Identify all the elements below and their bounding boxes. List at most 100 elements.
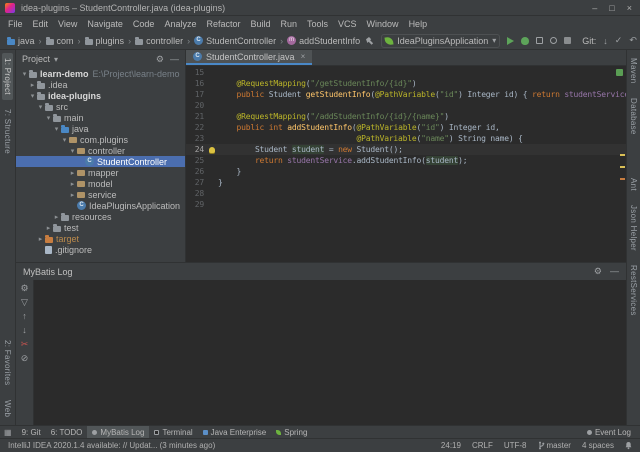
toolwindow-button-mybatis-log[interactable]: MyBatis Log xyxy=(87,426,149,439)
chevron-right-icon[interactable]: ▸ xyxy=(68,169,77,177)
chevron-right-icon[interactable]: ▸ xyxy=(28,81,37,89)
tree-item-ideapluginsapplication[interactable]: IdeaPluginsApplication xyxy=(16,200,185,211)
chevron-down-icon[interactable]: ▾ xyxy=(28,92,37,100)
code-line-15[interactable]: 15 xyxy=(186,67,626,78)
code-line-26[interactable]: 26 } xyxy=(186,166,626,177)
tree-item-controller[interactable]: ▾controller xyxy=(16,145,185,156)
stripe-button-restservices[interactable]: RestServices xyxy=(628,260,639,321)
menu-analyze[interactable]: Analyze xyxy=(159,19,201,29)
stop-button[interactable] xyxy=(564,37,571,44)
stripe-button-json-helper[interactable]: Json Helper xyxy=(628,200,639,256)
tree-item-model[interactable]: ▸model xyxy=(16,178,185,189)
error-stripe-mark[interactable] xyxy=(620,154,625,156)
breadcrumb-controller[interactable]: controller xyxy=(134,36,184,46)
breadcrumb-plugins[interactable]: plugins xyxy=(84,36,126,46)
mybatis-scroll-down-icon[interactable]: ↓ xyxy=(22,325,27,335)
mybatis-scroll-up-icon[interactable]: ↑ xyxy=(22,311,27,321)
breadcrumb-com[interactable]: com xyxy=(45,36,75,46)
menu-run[interactable]: Run xyxy=(276,19,303,29)
chevron-down-icon[interactable]: ▾ xyxy=(54,55,58,64)
chevron-down-icon[interactable]: ▾ xyxy=(44,114,53,122)
code-line-17[interactable]: 17 public Student getStudentInfo(@PathVa… xyxy=(186,89,626,100)
git-rollback-icon[interactable]: ↶ xyxy=(629,35,637,46)
code-editor[interactable]: 1516 @RequestMapping("/getStudentInfo/{i… xyxy=(186,66,626,262)
breadcrumb-java[interactable]: java xyxy=(6,36,36,46)
menu-code[interactable]: Code xyxy=(128,19,160,29)
settings-gear-icon[interactable]: ⚙ xyxy=(594,266,602,277)
code-line-22[interactable]: 22 public int addStudentInfo(@PathVariab… xyxy=(186,122,626,133)
debug-button[interactable] xyxy=(521,37,529,45)
code-line-24[interactable]: 24 Student student = new Student(); xyxy=(186,144,626,155)
run-config-selector[interactable]: IdeaPluginsApplication ▾ xyxy=(381,34,500,48)
toolwindow-button-spring[interactable]: Spring xyxy=(271,426,312,439)
error-stripe-mark[interactable] xyxy=(620,178,625,180)
menu-window[interactable]: Window xyxy=(362,19,404,29)
intention-bulb-icon[interactable] xyxy=(206,147,218,153)
code-line-20[interactable]: 20 xyxy=(186,100,626,111)
toolwindow-button-9-git[interactable]: 9: Git xyxy=(17,426,46,439)
tree-item-gitignore[interactable]: .gitignore xyxy=(16,244,185,255)
menu-view[interactable]: View xyxy=(53,19,82,29)
menu-navigate[interactable]: Navigate xyxy=(82,19,128,29)
git-branch-widget[interactable]: master xyxy=(538,441,571,450)
stripe-button-ant[interactable]: Ant xyxy=(628,173,639,196)
menu-file[interactable]: File xyxy=(3,19,28,29)
breadcrumb-addstudentinfo[interactable]: addStudentInfo xyxy=(286,36,361,46)
indent-status[interactable]: 4 spaces xyxy=(582,441,614,450)
toolwindow-button-6-todo[interactable]: 6: TODO xyxy=(46,426,88,439)
line-separator[interactable]: CRLF xyxy=(472,441,493,450)
mybatis-clear-icon[interactable]: ⊘ xyxy=(21,353,29,363)
menu-refactor[interactable]: Refactor xyxy=(201,19,245,29)
stripe-button-7-structure[interactable]: 7: Structure xyxy=(2,104,13,159)
tree-item-mapper[interactable]: ▸mapper xyxy=(16,167,185,178)
profiler-button[interactable] xyxy=(550,37,557,44)
tree-item-main[interactable]: ▾main xyxy=(16,112,185,123)
tree-item-idea[interactable]: ▸.idea xyxy=(16,79,185,90)
run-button[interactable] xyxy=(507,37,514,45)
mybatis-settings-icon[interactable]: ⚙ xyxy=(20,283,28,293)
code-line-21[interactable]: 21 @RequestMapping("/addStudentInfo/{id}… xyxy=(186,111,626,122)
mybatis-cut-icon[interactable]: ✂ xyxy=(21,339,29,349)
stripe-button-maven[interactable]: Maven xyxy=(628,53,639,89)
toolwindow-switcher-icon[interactable]: ▦ xyxy=(4,428,12,437)
menu-tools[interactable]: Tools xyxy=(302,19,333,29)
toolwindow-button-java-enterprise[interactable]: Java Enterprise xyxy=(198,426,272,439)
chevron-right-icon[interactable]: ▸ xyxy=(44,224,53,232)
hide-panel-icon[interactable]: — xyxy=(170,54,179,65)
coverage-button[interactable] xyxy=(536,37,543,44)
build-hammer-icon[interactable] xyxy=(364,36,374,46)
git-update-icon[interactable]: ↓ xyxy=(603,36,608,46)
menu-help[interactable]: Help xyxy=(404,19,433,29)
stripe-button-database[interactable]: Database xyxy=(628,93,639,140)
stripe-button-web[interactable]: Web xyxy=(2,395,13,422)
tree-item-com-plugins[interactable]: ▾com.plugins xyxy=(16,134,185,145)
chevron-down-icon[interactable]: ▾ xyxy=(36,103,45,111)
maximize-button[interactable]: □ xyxy=(609,1,614,15)
mybatis-filter-icon[interactable]: ▽ xyxy=(21,297,28,307)
chevron-down-icon[interactable]: ▾ xyxy=(20,70,29,78)
code-line-27[interactable]: 27} xyxy=(186,177,626,188)
minimize-panel-icon[interactable]: — xyxy=(610,266,619,277)
stripe-button-2-favorites[interactable]: 2: Favorites xyxy=(2,335,13,390)
tree-item-target[interactable]: ▸target xyxy=(16,233,185,244)
mybatis-log-output[interactable] xyxy=(34,280,626,425)
tree-item-idea-plugins[interactable]: ▾idea-plugins xyxy=(16,90,185,101)
git-commit-icon[interactable]: ✓ xyxy=(615,35,623,46)
file-encoding[interactable]: UTF-8 xyxy=(504,441,527,450)
code-line-29[interactable]: 29 xyxy=(186,199,626,210)
close-button[interactable]: × xyxy=(627,1,632,15)
stripe-button-1-project[interactable]: 1: Project xyxy=(2,53,13,100)
project-panel-title[interactable]: Project xyxy=(22,54,50,64)
code-line-23[interactable]: 23 @PathVariable("name") String name) { xyxy=(186,133,626,144)
inspections-status-icon[interactable] xyxy=(616,69,623,76)
tree-item-service[interactable]: ▸service xyxy=(16,189,185,200)
menu-vcs[interactable]: VCS xyxy=(333,19,362,29)
caret-position[interactable]: 24:19 xyxy=(441,441,461,450)
editor-tab-studentcontroller[interactable]: StudentController.java × xyxy=(186,50,312,65)
close-icon[interactable]: × xyxy=(301,52,306,61)
toolwindow-button-event-log[interactable]: Event Log xyxy=(582,426,636,439)
tree-item-test[interactable]: ▸test xyxy=(16,222,185,233)
chevron-right-icon[interactable]: ▸ xyxy=(68,180,77,188)
settings-gear-icon[interactable]: ⚙ xyxy=(156,54,164,65)
status-message[interactable]: IntelliJ IDEA 2020.1.4 available: // Upd… xyxy=(8,441,215,450)
